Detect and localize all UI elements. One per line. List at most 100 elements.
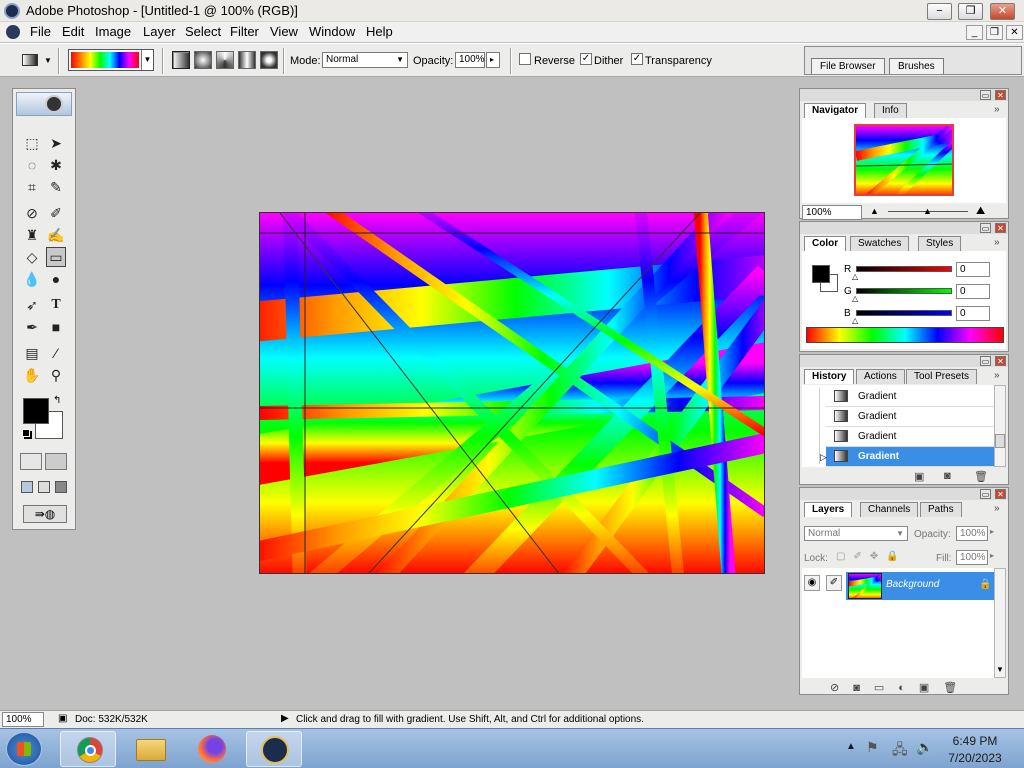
fill-input[interactable]: 100% bbox=[956, 550, 988, 565]
doc-minimize-button[interactable]: _ bbox=[966, 25, 983, 40]
channel-b-input[interactable]: 0 bbox=[956, 306, 990, 321]
chevron-down-icon[interactable]: ▼ bbox=[141, 50, 153, 70]
type-tool-icon[interactable]: T bbox=[46, 295, 66, 315]
slider-thumb-icon[interactable]: △ bbox=[852, 294, 858, 303]
maximize-button[interactable]: ❐ bbox=[958, 3, 983, 20]
history-item[interactable]: Gradient bbox=[826, 387, 994, 407]
palette-menu-icon[interactable]: » bbox=[994, 503, 1000, 514]
palette-minimize-button[interactable]: ▭ bbox=[980, 90, 991, 100]
menu-image[interactable]: Image bbox=[95, 24, 131, 39]
tab-navigator[interactable]: Navigator bbox=[804, 103, 867, 118]
pen-tool-icon[interactable]: ✒ bbox=[22, 317, 42, 337]
palette-close-button[interactable]: ✕ bbox=[995, 489, 1006, 499]
opacity-slider-button[interactable]: ▸ bbox=[990, 527, 994, 536]
palette-minimize-button[interactable]: ▭ bbox=[980, 223, 991, 233]
palette-close-button[interactable]: ✕ bbox=[995, 356, 1006, 366]
doc-close-button[interactable]: ✕ bbox=[1006, 25, 1023, 40]
menu-view[interactable]: View bbox=[270, 24, 298, 39]
radial-gradient-button[interactable] bbox=[194, 51, 212, 69]
lasso-tool-icon[interactable]: ◌ bbox=[22, 155, 42, 175]
clock-time[interactable]: 6:49 PM bbox=[940, 734, 1010, 748]
gradient-tool-icon[interactable]: ▭ bbox=[46, 247, 66, 267]
tab-history[interactable]: History bbox=[804, 369, 855, 384]
opacity-slider-button[interactable]: ▸ bbox=[486, 52, 500, 68]
color-fg-swatch[interactable] bbox=[812, 265, 830, 283]
slider-thumb-icon[interactable]: △ bbox=[852, 316, 858, 325]
history-scrollbar[interactable] bbox=[994, 385, 1006, 467]
brush-link-icon[interactable]: ✐ bbox=[826, 575, 842, 591]
scroll-down-arrow-icon[interactable]: ▼ bbox=[996, 665, 1004, 674]
menu-select[interactable]: Select bbox=[185, 24, 221, 39]
fill-slider-button[interactable]: ▸ bbox=[990, 551, 994, 560]
layers-footer-icons[interactable]: ⊘◙▭◐▣🗑 bbox=[830, 681, 971, 694]
lock-options-icons[interactable]: ▢✐✥🔒 bbox=[836, 551, 907, 562]
palette-menu-icon[interactable]: » bbox=[994, 237, 1000, 248]
mode-select[interactable]: Normal ▼ bbox=[322, 52, 408, 68]
linear-gradient-button[interactable] bbox=[172, 51, 190, 69]
full-screen-mode-icon[interactable] bbox=[55, 481, 67, 493]
layer-row-background[interactable]: Background 🔒 bbox=[846, 572, 994, 600]
layer-opacity-input[interactable]: 100% bbox=[956, 526, 988, 541]
color-ramp[interactable] bbox=[806, 327, 1004, 343]
tab-brushes[interactable]: Brushes bbox=[889, 58, 944, 74]
palette-menu-icon[interactable]: » bbox=[994, 104, 1000, 115]
delete-state-icon[interactable]: 🗑 bbox=[974, 470, 988, 483]
zoom-in-icon[interactable]: ⛰ bbox=[976, 205, 985, 218]
taskbar-explorer[interactable] bbox=[122, 731, 178, 767]
navigator-thumbnail[interactable] bbox=[854, 124, 954, 196]
standard-mode-button[interactable] bbox=[20, 453, 42, 470]
jump-to-imageready-icon[interactable]: ⇛◍ bbox=[23, 505, 67, 523]
eyedropper-tool-icon[interactable]: ⁄ bbox=[46, 343, 66, 363]
reflected-gradient-button[interactable] bbox=[238, 51, 256, 69]
opacity-input[interactable]: 100% bbox=[455, 52, 485, 68]
tab-tool-presets[interactable]: Tool Presets bbox=[906, 369, 978, 384]
history-brush-source-column[interactable] bbox=[806, 388, 820, 464]
new-document-from-state-icon[interactable]: ▣ bbox=[914, 470, 924, 483]
network-icon[interactable]: 🖧 bbox=[892, 739, 908, 763]
visibility-eye-icon[interactable]: ◉ bbox=[804, 575, 820, 591]
channel-g-slider[interactable] bbox=[856, 288, 952, 294]
hand-tool-icon[interactable]: ✋ bbox=[22, 365, 42, 385]
healing-brush-tool-icon[interactable]: ⊘ bbox=[22, 203, 42, 223]
palette-minimize-button[interactable]: ▭ bbox=[980, 356, 991, 366]
close-button[interactable]: ✕ bbox=[990, 3, 1015, 20]
channel-r-input[interactable]: 0 bbox=[956, 262, 990, 277]
brush-tool-icon[interactable]: ✐ bbox=[46, 203, 66, 223]
angle-gradient-button[interactable] bbox=[216, 51, 234, 69]
taskbar-firefox[interactable] bbox=[184, 731, 240, 767]
eraser-tool-icon[interactable]: ◇ bbox=[22, 247, 42, 267]
preset-dropdown-icon[interactable]: ▼ bbox=[44, 56, 52, 65]
diamond-gradient-button[interactable] bbox=[260, 51, 278, 69]
palette-menu-icon[interactable]: » bbox=[994, 370, 1000, 381]
zoom-tool-icon[interactable]: ⚲ bbox=[46, 365, 66, 385]
tab-info[interactable]: Info bbox=[874, 103, 907, 118]
crop-tool-icon[interactable]: ⌗ bbox=[22, 177, 42, 197]
gradient-picker[interactable]: ▼ bbox=[68, 49, 154, 71]
tab-file-browser[interactable]: File Browser bbox=[811, 58, 885, 74]
path-selection-tool-icon[interactable]: ➶ bbox=[22, 295, 42, 315]
scrollbar-thumb[interactable] bbox=[995, 434, 1005, 448]
doc-restore-button[interactable]: ❐ bbox=[986, 25, 1003, 40]
slider-thumb-icon[interactable]: △ bbox=[852, 272, 858, 281]
zoom-slider-thumb[interactable]: ▲ bbox=[923, 206, 932, 216]
tab-channels[interactable]: Channels bbox=[860, 502, 919, 517]
clock-date[interactable]: 7/20/2023 bbox=[940, 751, 1010, 765]
status-zoom-input[interactable]: 100% bbox=[2, 712, 44, 727]
swap-colors-icon[interactable]: ↰ bbox=[53, 395, 61, 406]
notes-tool-icon[interactable]: ▤ bbox=[22, 343, 42, 363]
layers-scrollbar[interactable]: ▼ bbox=[994, 568, 1006, 678]
tab-layers[interactable]: Layers bbox=[804, 502, 853, 517]
dodge-tool-icon[interactable]: ● bbox=[46, 269, 66, 289]
history-item[interactable]: Gradient bbox=[826, 407, 994, 427]
marquee-tool-icon[interactable]: ⬚ bbox=[22, 133, 42, 153]
doc-info-icon[interactable]: ▣ bbox=[58, 713, 67, 724]
menu-filter[interactable]: Filter bbox=[230, 24, 259, 39]
document-canvas[interactable] bbox=[259, 212, 765, 574]
taskbar-chrome[interactable] bbox=[60, 731, 116, 767]
reverse-checkbox[interactable] bbox=[519, 53, 531, 65]
dither-checkbox[interactable]: ✓ bbox=[580, 53, 592, 65]
menu-help[interactable]: Help bbox=[366, 24, 393, 39]
standard-screen-mode-icon[interactable] bbox=[21, 481, 33, 493]
move-tool-icon[interactable]: ➤ bbox=[46, 133, 66, 153]
adobe-online-button[interactable] bbox=[16, 92, 72, 116]
